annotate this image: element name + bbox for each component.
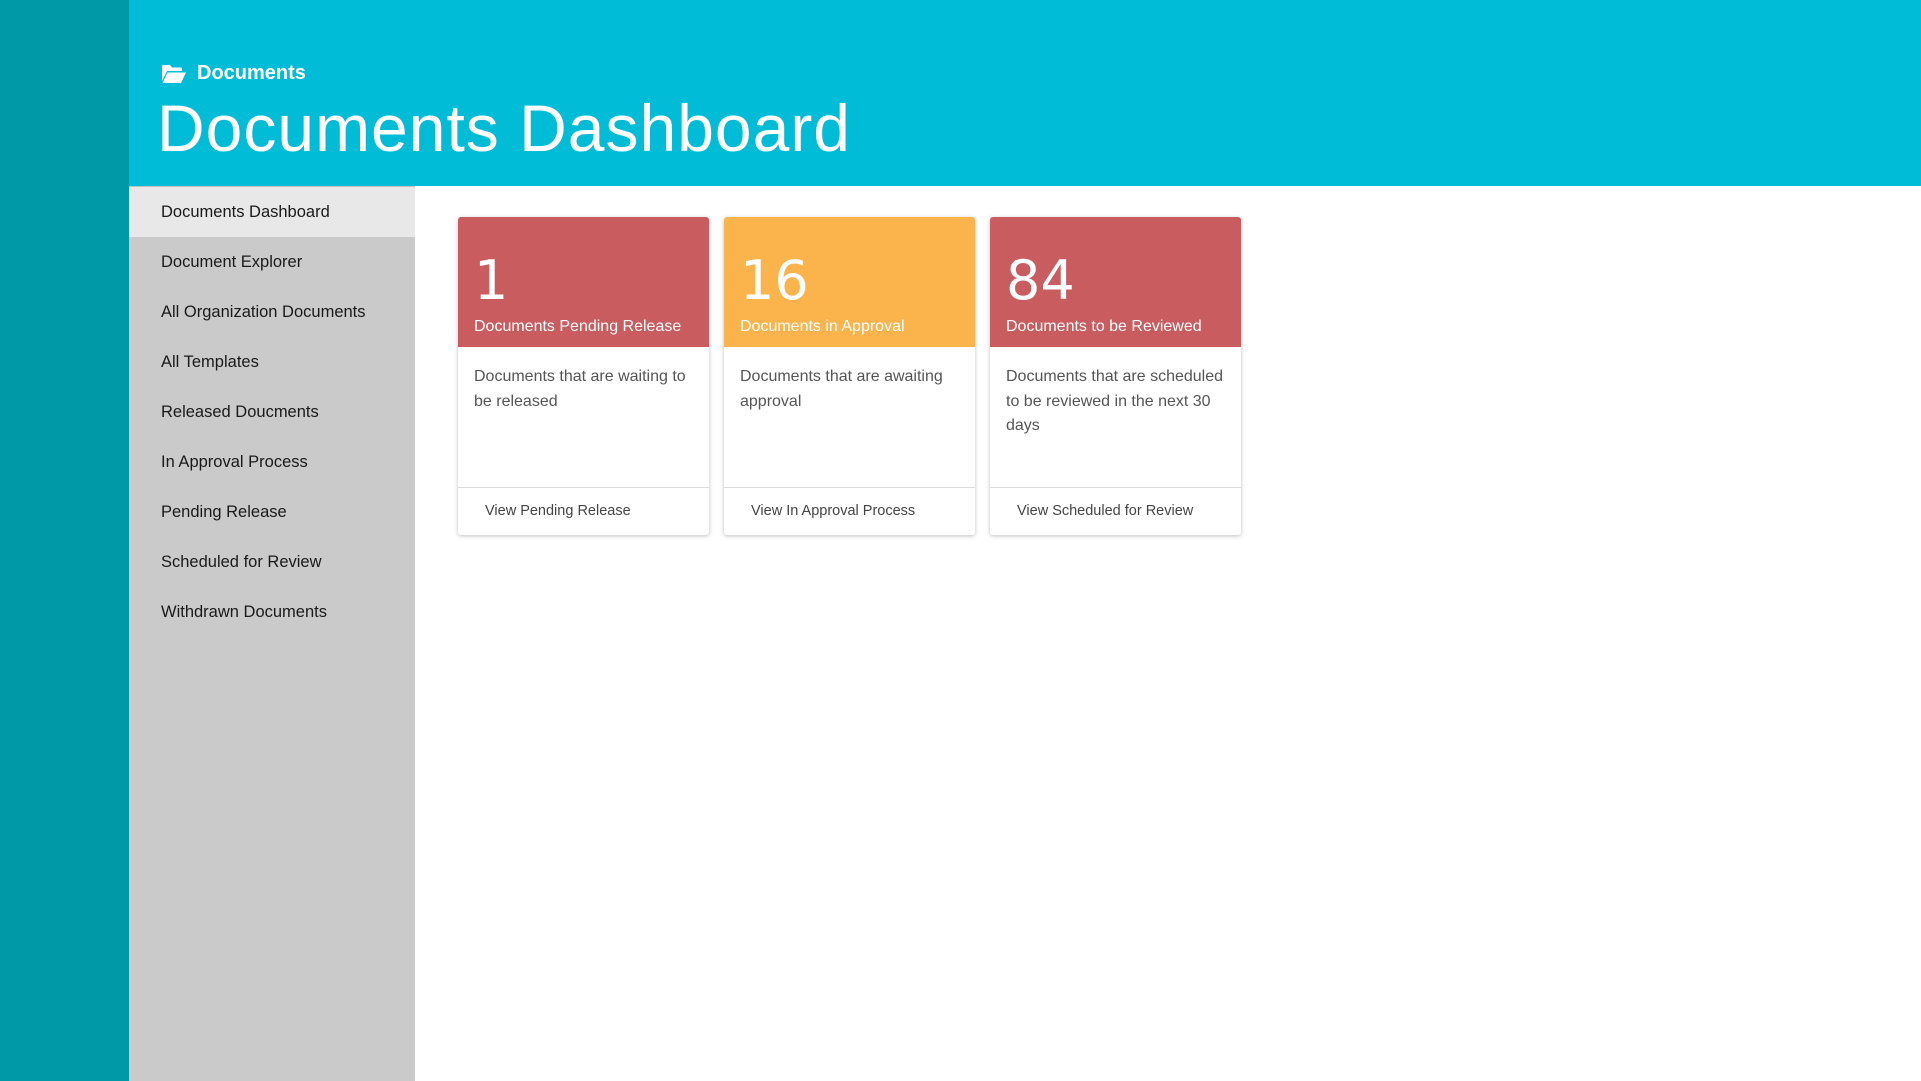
card-description: Documents that are waiting to be release…: [474, 368, 686, 410]
sidebar-item-scheduled-for-review[interactable]: Scheduled for Review: [129, 537, 415, 587]
sidebar-item-all-templates[interactable]: All Templates: [129, 337, 415, 387]
card-count: 84: [1006, 249, 1075, 312]
sidebar-nav: Documents Dashboard Document Explorer Al…: [129, 187, 415, 637]
card-pending-release: 1 Documents Pending Release Documents th…: [458, 217, 709, 535]
page-header: Documents Documents Dashboard: [129, 0, 1921, 186]
page-title: Documents Dashboard: [157, 91, 852, 165]
app: Documents Documents Dashboard Documents …: [0, 0, 1921, 1081]
card-title: Documents in Approval: [740, 318, 905, 335]
sidebar-item-withdrawn-documents[interactable]: Withdrawn Documents: [129, 587, 415, 637]
sidebar-item-documents-dashboard[interactable]: Documents Dashboard: [129, 187, 415, 237]
main-content: 1 Documents Pending Release Documents th…: [415, 186, 1921, 1081]
breadcrumb-label: Documents: [197, 62, 306, 84]
card-title: Documents to be Reviewed: [1006, 318, 1202, 335]
view-scheduled-for-review-link[interactable]: View Scheduled for Review: [990, 487, 1241, 535]
card-title: Documents Pending Release: [474, 318, 682, 335]
left-rail: [0, 0, 129, 1081]
card-to-be-reviewed: 84 Documents to be Reviewed Documents th…: [990, 217, 1241, 535]
card-header: 84 Documents to be Reviewed: [990, 217, 1241, 347]
card-count: 16: [740, 249, 809, 312]
view-pending-release-link[interactable]: View Pending Release: [458, 487, 709, 535]
sidebar-item-released-documents[interactable]: Released Doucments: [129, 387, 415, 437]
breadcrumb[interactable]: Documents: [161, 62, 306, 85]
card-count: 1: [474, 249, 509, 312]
sidebar-item-all-organization-documents[interactable]: All Organization Documents: [129, 287, 415, 337]
card-description: Documents that are scheduled to be revie…: [1006, 368, 1224, 434]
sidebar-item-document-explorer[interactable]: Document Explorer: [129, 237, 415, 287]
sidebar: Documents Dashboard Document Explorer Al…: [129, 186, 415, 1081]
card-description: Documents that are awaiting approval: [740, 368, 943, 410]
card-header: 1 Documents Pending Release: [458, 217, 709, 347]
sidebar-item-pending-release[interactable]: Pending Release: [129, 487, 415, 537]
view-in-approval-process-link[interactable]: View In Approval Process: [724, 487, 975, 535]
folder-open-icon: [161, 64, 187, 84]
sidebar-item-in-approval-process[interactable]: In Approval Process: [129, 437, 415, 487]
card-in-approval: 16 Documents in Approval Documents that …: [724, 217, 975, 535]
card-header: 16 Documents in Approval: [724, 217, 975, 347]
